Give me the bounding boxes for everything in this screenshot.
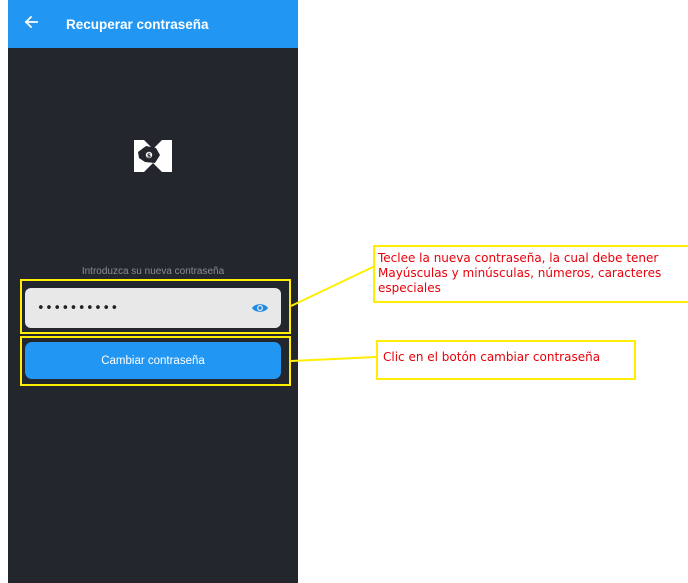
arrow-left-icon bbox=[24, 15, 38, 34]
app-bar: Recuperar contraseña bbox=[8, 0, 298, 48]
note-line-3: especiales bbox=[378, 281, 441, 295]
note-line-2: Mayúsculas y minúsculas, números, caract… bbox=[378, 266, 662, 280]
password-hint-label: Introduzca su nueva contraseña bbox=[81, 266, 225, 277]
password-field-highlight bbox=[20, 279, 291, 334]
hand-money-logo: $ bbox=[133, 138, 173, 174]
screenshot-canvas: Recuperar contraseña $ Introduzca su nue… bbox=[0, 0, 688, 583]
page-title: Recuperar contraseña bbox=[66, 16, 209, 32]
svg-text:$: $ bbox=[147, 152, 151, 159]
password-requirements-note: Teclee la nueva contraseña, la cual debe… bbox=[373, 245, 688, 303]
note-line-1: Teclee la nueva contraseña, la cual debe… bbox=[378, 251, 659, 265]
button-highlight bbox=[20, 336, 291, 386]
back-button[interactable] bbox=[8, 0, 54, 48]
button-note-text: Clic en el botón cambiar contraseña bbox=[383, 350, 601, 364]
change-button-note: Clic en el botón cambiar contraseña bbox=[376, 340, 636, 380]
